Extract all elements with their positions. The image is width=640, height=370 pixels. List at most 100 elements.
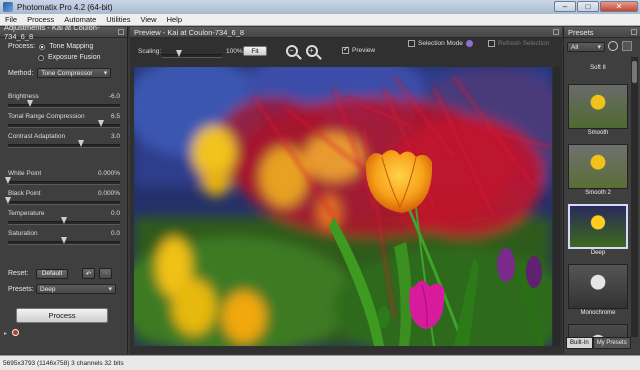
minimize-button[interactable]: –: [554, 1, 576, 12]
method-value: Tone Compressor: [41, 69, 93, 77]
slider-track[interactable]: [8, 120, 120, 128]
image-info: 5695x3793 (1146x758) 3 channels 32 bits: [3, 359, 124, 367]
slider-track[interactable]: [5, 197, 120, 205]
preset-item[interactable]: [566, 324, 630, 337]
refresh-icon[interactable]: [608, 41, 618, 51]
presets-tabs: Built-In My Presets: [566, 337, 631, 349]
preset-item[interactable]: Monochrome: [566, 264, 630, 323]
slider-thumb[interactable]: [77, 140, 84, 147]
panel-float-icon[interactable]: [118, 29, 124, 35]
slider-black-point: Black Point 0.000%: [5, 190, 120, 205]
reset-row: Reset: Default ↶ ↷: [8, 268, 112, 279]
preset-name: Smooth: [587, 130, 609, 136]
undo-button[interactable]: ↶: [82, 268, 95, 279]
preview-image[interactable]: [134, 67, 552, 346]
slider-label: Tonal Range Compression: [8, 113, 85, 120]
selection-mode-toggle[interactable]: Selection Mode: [408, 40, 473, 47]
presets-select[interactable]: Deep: [36, 284, 116, 294]
slider-track[interactable]: [5, 177, 120, 185]
preset-thumbnails: Soft II Smooth Smooth 2 Deep Monochrome: [566, 57, 630, 337]
preview-title: Preview - Kai at Coulon-734_6_8: [134, 27, 245, 37]
zoom-out-icon[interactable]: −: [286, 45, 298, 57]
maximize-button[interactable]: □: [577, 1, 599, 12]
scaling-value: 100%: [226, 48, 243, 55]
slider-track[interactable]: [8, 100, 120, 108]
method-label: Method:: [8, 69, 34, 77]
exposure-fusion-label[interactable]: Exposure Fusion: [48, 54, 101, 61]
slider-white-point: White Point 0.000%: [5, 170, 120, 185]
selection-mode-checkbox[interactable]: [408, 40, 415, 47]
preset-item[interactable]: Soft II: [566, 65, 630, 83]
preset-thumbnail: [568, 324, 628, 337]
slider-thumb[interactable]: [61, 217, 67, 224]
selection-mode-label: Selection Mode: [418, 40, 463, 47]
slider-label: Contrast Adaptation: [8, 133, 66, 140]
slider-contrast-adaptation: Contrast Adaptation 3.0: [8, 133, 120, 148]
expand-arrow-icon[interactable]: ▸: [4, 330, 7, 337]
preset-filter-select[interactable]: All: [567, 42, 605, 52]
preset-item-selected[interactable]: Deep: [566, 204, 630, 263]
slider-thumb[interactable]: [5, 197, 11, 204]
slider-track[interactable]: [8, 217, 120, 225]
exposure-fusion-radio[interactable]: [38, 54, 44, 61]
scaling-slider[interactable]: [162, 50, 222, 58]
preset-item[interactable]: Smooth 2: [566, 144, 630, 203]
panel-float-icon[interactable]: [553, 29, 559, 35]
slider-track[interactable]: [8, 237, 120, 245]
preset-name: Soft II: [590, 65, 606, 71]
slider-label-row: Contrast Adaptation 3.0: [8, 133, 120, 140]
process-button[interactable]: Process: [16, 308, 108, 323]
presets-row: Presets: Deep: [8, 284, 116, 294]
tulip-photo: [134, 67, 552, 346]
slider-thumb[interactable]: [61, 237, 67, 244]
panel-float-icon[interactable]: [631, 29, 637, 35]
preset-item[interactable]: Smooth: [566, 84, 630, 143]
app-window: Photomatix Pro 4.2 (64-bit) – □ ✕ File P…: [0, 0, 640, 370]
slider-track[interactable]: [8, 140, 120, 148]
presets-header: Presets: [564, 27, 640, 38]
presets-scroll-thumb[interactable]: [632, 61, 637, 83]
slider-label: Temperature: [8, 210, 45, 217]
slider-thumb[interactable]: [97, 120, 104, 127]
tone-mapping-label[interactable]: Tone Mapping: [49, 43, 93, 50]
adjustments-panel: Adjustments - Kai at Coulon-734_6_8 Proc…: [0, 23, 128, 354]
refresh-selection-toggle[interactable]: Refresh Selection: [488, 40, 549, 47]
zoom-in-glyph: +: [309, 46, 314, 55]
slider-thumb[interactable]: [27, 100, 34, 107]
preview-checkbox[interactable]: [342, 45, 349, 54]
info-icon[interactable]: [12, 329, 19, 336]
scaling-thumb[interactable]: [175, 50, 182, 57]
slider-label-row: Black Point 0.000%: [8, 190, 120, 197]
slider-value: 0.0: [110, 210, 120, 217]
menu-help[interactable]: Help: [162, 15, 187, 24]
preset-name: Smooth 2: [585, 190, 611, 196]
redo-button[interactable]: ↷: [99, 268, 112, 279]
tab-built-in[interactable]: Built-In: [566, 337, 593, 349]
list-view-icon[interactable]: [622, 41, 632, 51]
slider-value: 0.000%: [97, 190, 120, 197]
preset-thumbnail: [568, 264, 628, 309]
tab-my-presets[interactable]: My Presets: [592, 337, 631, 349]
window-title: Photomatix Pro 4.2 (64-bit): [17, 2, 113, 12]
fit-button[interactable]: Fit: [243, 46, 267, 56]
preview-scrollbar[interactable]: [553, 67, 560, 346]
method-row: Method: Tone Compressor: [8, 68, 112, 78]
menu-view[interactable]: View: [135, 15, 161, 24]
presets-scrollbar[interactable]: [631, 57, 638, 337]
zoom-in-icon[interactable]: +: [306, 45, 318, 57]
method-select[interactable]: Tone Compressor: [37, 68, 112, 78]
preset-thumbnail: [568, 84, 628, 129]
slider-thumb[interactable]: [5, 177, 11, 184]
default-button[interactable]: Default: [36, 268, 68, 279]
slider-label: Brightness: [8, 93, 39, 100]
slider-value: 0.0: [110, 230, 120, 237]
adjustments-title: Adjustments - Kai at Coulon-734_6_8: [4, 23, 100, 41]
preset-thumbnail: [568, 144, 628, 189]
tone-mapping-radio[interactable]: [39, 43, 46, 50]
refresh-selection-checkbox[interactable]: [488, 40, 495, 47]
slider-value: -6.0: [108, 93, 120, 100]
close-button[interactable]: ✕: [600, 1, 638, 12]
preview-toggle[interactable]: Preview: [342, 45, 375, 54]
help-icon[interactable]: [465, 40, 473, 47]
adjustments-header: Adjustments - Kai at Coulon-734_6_8: [0, 23, 127, 41]
